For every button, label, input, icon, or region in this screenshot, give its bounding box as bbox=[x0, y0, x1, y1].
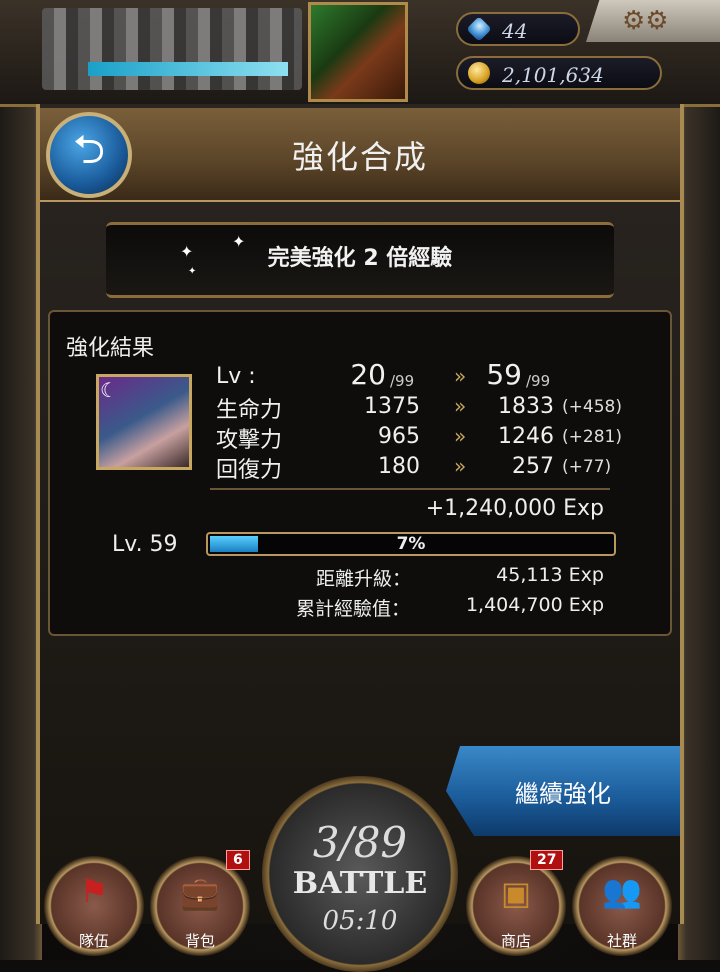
nav-social-label: 社群 bbox=[606, 932, 637, 950]
exp-progress-percent: 7% bbox=[396, 534, 426, 554]
current-level: Lv. 59 bbox=[112, 532, 178, 557]
results-title: 強化結果 bbox=[66, 336, 155, 361]
chevron-right-icon: » bbox=[454, 394, 467, 418]
nav-bag-label: 背包 bbox=[184, 932, 215, 950]
bonus-banner-text: 完美強化 2 倍經驗 bbox=[267, 246, 453, 271]
battle-label: BATTLE bbox=[292, 866, 428, 901]
stat-after-hp: 1833 bbox=[498, 394, 554, 419]
continue-enhance-button[interactable]: 繼續強化 bbox=[446, 746, 680, 836]
stat-bonus-hp: (+458) bbox=[562, 397, 622, 417]
level-max: /99 bbox=[390, 372, 415, 390]
treasure-chest-icon: ▣ bbox=[500, 874, 532, 912]
stat-label-rcv: 回復力 bbox=[216, 458, 283, 483]
level-before: 20 bbox=[350, 358, 386, 391]
stat-before-rcv: 180 bbox=[378, 454, 420, 479]
leader-avatar[interactable] bbox=[308, 2, 408, 102]
nav-shop-label: 商店 bbox=[500, 932, 531, 950]
level-label: Lv : bbox=[216, 364, 256, 389]
back-arrow-icon: ⮌ bbox=[72, 127, 106, 173]
player-exp-bar bbox=[88, 62, 288, 76]
nav-team-label: 隊伍 bbox=[78, 932, 109, 950]
player-name-pixelated bbox=[42, 8, 302, 90]
chevron-right-icon: » bbox=[454, 454, 467, 478]
bag-badge: 6 bbox=[226, 850, 250, 870]
level-max: /99 bbox=[526, 372, 551, 390]
stat-bonus-atk: (+281) bbox=[562, 427, 622, 447]
dark-element-icon: ☾ bbox=[100, 378, 118, 402]
level-after: 59 bbox=[486, 358, 522, 391]
battle-stamina: 3/89 bbox=[312, 818, 408, 867]
total-exp-label: 累計經驗值： bbox=[296, 598, 411, 620]
diamond-icon bbox=[466, 16, 492, 42]
chevron-right-icon: » bbox=[454, 364, 467, 388]
next-level-value: 45,113 Exp bbox=[496, 564, 604, 586]
shop-badge: 27 bbox=[530, 850, 564, 870]
total-exp-value: 1,404,700 Exp bbox=[465, 594, 604, 616]
page-title: 強化合成 bbox=[291, 138, 428, 176]
right-frame bbox=[678, 0, 720, 960]
stat-after-atk: 1246 bbox=[498, 424, 554, 449]
stat-before-hp: 1375 bbox=[364, 394, 420, 419]
divider bbox=[210, 488, 610, 490]
gem-count: 44 bbox=[502, 19, 528, 43]
bag-icon: 💼 bbox=[180, 874, 220, 912]
flag-icon: ⚑ bbox=[79, 872, 109, 910]
gear-icon: ⚙⚙ bbox=[622, 6, 669, 36]
next-level-label: 距離升級： bbox=[316, 568, 412, 590]
stat-after-rcv: 257 bbox=[512, 454, 554, 479]
chevron-right-icon: » bbox=[454, 424, 467, 448]
stat-label-hp: 生命力 bbox=[216, 398, 283, 423]
stat-bonus-rcv: (+77) bbox=[562, 457, 612, 477]
coin-count: 2,101,634 bbox=[502, 63, 604, 87]
people-icon: 👥 bbox=[602, 872, 642, 910]
battle-timer: 05:10 bbox=[322, 906, 398, 936]
stat-label-atk: 攻擊力 bbox=[216, 428, 283, 453]
stat-before-atk: 965 bbox=[378, 424, 420, 449]
coin-counter[interactable]: 2,101,634 bbox=[456, 56, 662, 90]
exp-gain: +1,240,000 Exp bbox=[425, 496, 604, 521]
coin-icon bbox=[468, 62, 490, 84]
gem-counter[interactable]: 44 bbox=[456, 12, 580, 46]
back-button[interactable]: ⮌ bbox=[46, 112, 132, 198]
